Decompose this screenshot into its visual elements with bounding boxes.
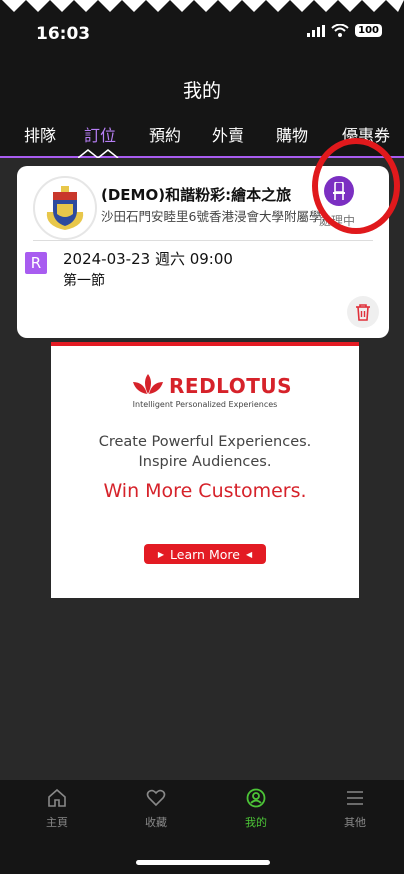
- tab-coupons[interactable]: 優惠券: [342, 122, 390, 146]
- wifi-icon: [331, 24, 349, 37]
- nav-mine[interactable]: 我的: [226, 788, 286, 830]
- nav-favorites-label: 收藏: [145, 816, 167, 829]
- venue-name: (DEMO)和諧粉彩:繪本之旅: [101, 186, 292, 204]
- delete-booking-button[interactable]: [347, 296, 379, 328]
- play-left-icon: ◀: [245, 549, 253, 559]
- trash-icon: [356, 304, 370, 321]
- ad-top-bar: [51, 342, 359, 346]
- lotus-logo-icon: [133, 374, 163, 394]
- chair-icon: [333, 182, 345, 200]
- school-logo: [33, 176, 97, 240]
- booking-type-badge: R: [25, 252, 47, 274]
- ad-line-1: Create Powerful Experiences.: [98, 434, 312, 450]
- user-circle-icon: [246, 788, 266, 808]
- screen-border-decoration: [0, 0, 404, 12]
- tab-takeaway[interactable]: 外賣: [212, 122, 244, 146]
- booking-datetime: 2024-03-23 週六 09:00: [63, 250, 233, 268]
- advertisement-banner[interactable]: REDLOTUS Intelligent Personalized Experi…: [51, 342, 359, 598]
- card-divider: [33, 240, 373, 241]
- heart-icon: [146, 789, 166, 807]
- nav-more-label: 其他: [344, 816, 366, 829]
- app-screen: 16:03 100 我的 排隊 訂位 預約 外賣 購物 優惠券 (DEMO)和諧…: [0, 0, 404, 874]
- ad-learn-more-button[interactable]: ▶ Learn More ◀: [144, 544, 266, 564]
- play-right-icon: ▶: [157, 549, 165, 559]
- tab-appointment[interactable]: 預約: [149, 122, 181, 146]
- status-button[interactable]: [324, 176, 354, 206]
- status-icons: 100: [307, 24, 382, 37]
- venue-address: 沙田石門安睦里6號香港浸會大學附屬學校王錦輝中小學: [101, 209, 339, 224]
- page-title: 我的: [182, 80, 221, 102]
- ad-brand: REDLOTUS: [169, 374, 292, 398]
- ad-headline: Win More Customers.: [103, 480, 307, 502]
- ad-cta-label: Learn More: [170, 546, 240, 562]
- booking-status-text: 處理中: [319, 214, 356, 228]
- tab-queue[interactable]: 排隊: [24, 122, 56, 146]
- home-indicator[interactable]: [136, 860, 270, 865]
- tab-shopping[interactable]: 購物: [276, 122, 308, 146]
- ad-line-2: Inspire Audiences.: [138, 454, 272, 470]
- nav-favorites[interactable]: 收藏: [126, 788, 186, 830]
- tab-bar: 排隊 訂位 預約 外賣 購物 優惠券: [0, 112, 404, 158]
- nav-mine-label: 我的: [245, 816, 267, 829]
- nav-more[interactable]: 其他: [325, 788, 385, 830]
- tab-reservation[interactable]: 訂位: [84, 122, 116, 146]
- menu-icon: [347, 791, 363, 805]
- nav-home-label: 主頁: [46, 816, 68, 829]
- active-tab-indicator: [78, 149, 119, 158]
- page-header: 我的: [0, 62, 404, 112]
- ad-tagline: Intelligent Personalized Experiences: [132, 400, 278, 409]
- booking-session: 第一節: [63, 273, 105, 289]
- nav-home[interactable]: 主頁: [27, 788, 87, 830]
- home-icon: [48, 788, 66, 807]
- status-time: 16:03: [36, 24, 91, 44]
- signal-icon: [307, 24, 326, 37]
- battery-indicator: 100: [355, 24, 382, 37]
